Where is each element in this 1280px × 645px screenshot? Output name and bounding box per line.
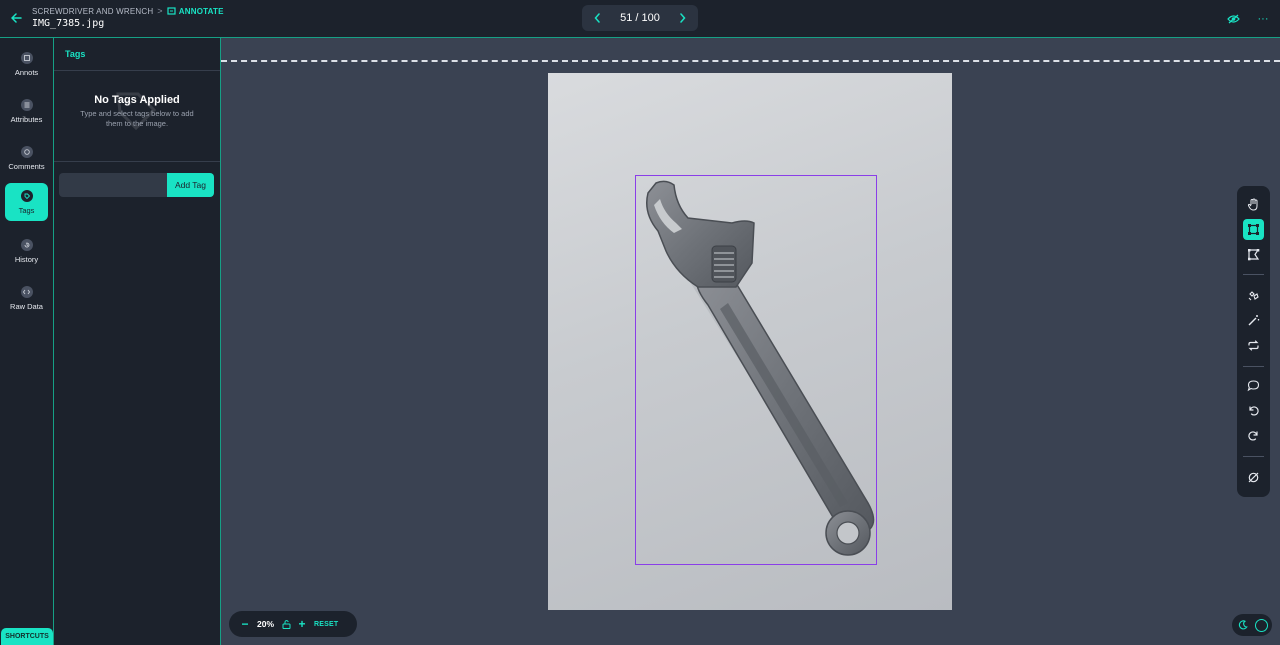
toggle-knob (1255, 618, 1268, 632)
bounding-box-icon (1248, 224, 1259, 235)
pan-tool[interactable] (1243, 194, 1264, 215)
chevron-right-icon (680, 13, 686, 23)
add-tag-button[interactable]: Add Tag (167, 173, 214, 197)
unlock-icon (282, 619, 291, 629)
rail-item-label: Comments (8, 161, 45, 171)
redo-button[interactable] (1243, 425, 1264, 446)
smart-select-icon (1248, 291, 1259, 301)
divider (54, 161, 220, 162)
hide-annotations-toggle[interactable] (1243, 467, 1264, 488)
left-rail: Annots Attributes Comments Tags History … (0, 38, 54, 645)
repeat-tool[interactable] (1243, 335, 1264, 356)
zoom-controls: − 20% + RESET (229, 611, 357, 637)
comment-icon (1247, 380, 1260, 392)
pager-count: 51 / 100 (620, 12, 660, 24)
image-filename: IMG_7385.jpg (32, 18, 105, 29)
zoom-in-button[interactable]: + (294, 616, 310, 632)
hide-annotations-icon (1248, 472, 1259, 483)
tag-icon (20, 189, 33, 202)
zoom-level: 20% (257, 619, 275, 629)
tag-input[interactable] (59, 173, 167, 197)
magic-wand-tool[interactable] (1243, 310, 1264, 331)
zoom-reset-button[interactable]: RESET (314, 621, 338, 628)
annotations-icon (20, 51, 33, 64)
rail-item-label: Attributes (10, 114, 43, 124)
rail-item-attributes[interactable]: Attributes (5, 92, 48, 130)
next-image-button[interactable] (676, 11, 690, 25)
rail-item-annots[interactable]: Annots (5, 45, 48, 83)
history-icon (20, 238, 33, 251)
rail-item-label: Tags (18, 205, 35, 215)
magic-wand-icon (1248, 315, 1260, 326)
rail-item-label: Annots (14, 67, 39, 77)
rail-item-tags[interactable]: Tags (5, 183, 48, 221)
top-header: SCREWDRIVER AND WRENCH > ANNOTATE IMG_73… (0, 0, 1280, 38)
repeat-icon (1248, 340, 1259, 351)
polygon-tool[interactable] (1243, 244, 1264, 265)
attributes-icon (20, 98, 33, 111)
empty-state-title: No Tags Applied (94, 94, 180, 106)
divider (54, 70, 220, 71)
empty-state-description: Type and select tags below to add them t… (80, 109, 194, 128)
theme-toggle[interactable] (1232, 614, 1272, 636)
polygon-icon (1248, 249, 1260, 261)
pan-hand-icon (1247, 198, 1258, 211)
comment-tool[interactable] (1243, 375, 1264, 396)
code-icon (20, 285, 33, 298)
eye-off-icon[interactable] (1226, 12, 1240, 26)
rail-item-raw-data[interactable]: Raw Data (5, 279, 48, 317)
rail-item-history[interactable]: History (5, 232, 48, 270)
comment-icon (20, 145, 33, 158)
breadcrumb-project[interactable]: SCREWDRIVER AND WRENCH (32, 7, 153, 16)
redo-icon (1248, 431, 1258, 441)
bounding-box-annotation[interactable] (635, 175, 877, 565)
undo-button[interactable] (1243, 400, 1264, 421)
breadcrumb-mode: ANNOTATE (167, 7, 224, 16)
toolbar-divider (1243, 456, 1264, 457)
image-pager: 51 / 100 (582, 5, 698, 31)
annotation-canvas[interactable]: − 20% + RESET (221, 38, 1280, 645)
rail-item-label: History (14, 254, 39, 264)
smart-select-tool[interactable] (1243, 285, 1264, 306)
bounding-box-tool[interactable] (1243, 219, 1264, 240)
more-options-icon[interactable]: ··· (1256, 12, 1270, 26)
annotate-icon (167, 7, 176, 15)
rail-item-comments[interactable]: Comments (5, 139, 48, 177)
mode-label: ANNOTATE (178, 6, 224, 16)
breadcrumb-separator: > (157, 6, 163, 16)
panel-title: Tags (65, 49, 86, 59)
chevron-left-icon (594, 13, 600, 23)
canvas-dashed-guide (221, 60, 1280, 62)
toolbar-divider (1243, 366, 1264, 367)
zoom-out-button[interactable]: − (237, 616, 253, 632)
shortcuts-button[interactable]: SHORTCUTS (1, 628, 53, 645)
breadcrumb: SCREWDRIVER AND WRENCH > ANNOTATE (32, 6, 224, 16)
lock-zoom-button[interactable] (278, 616, 294, 632)
moon-icon (1238, 620, 1248, 630)
tags-panel: Tags No Tags Applied Type and select tag… (54, 38, 221, 645)
undo-icon (1249, 406, 1259, 416)
previous-image-button[interactable] (590, 11, 604, 25)
back-arrow-icon[interactable] (8, 10, 24, 26)
toolbar-divider (1243, 274, 1264, 275)
tool-palette (1237, 186, 1270, 497)
rail-item-label: Raw Data (10, 301, 43, 311)
